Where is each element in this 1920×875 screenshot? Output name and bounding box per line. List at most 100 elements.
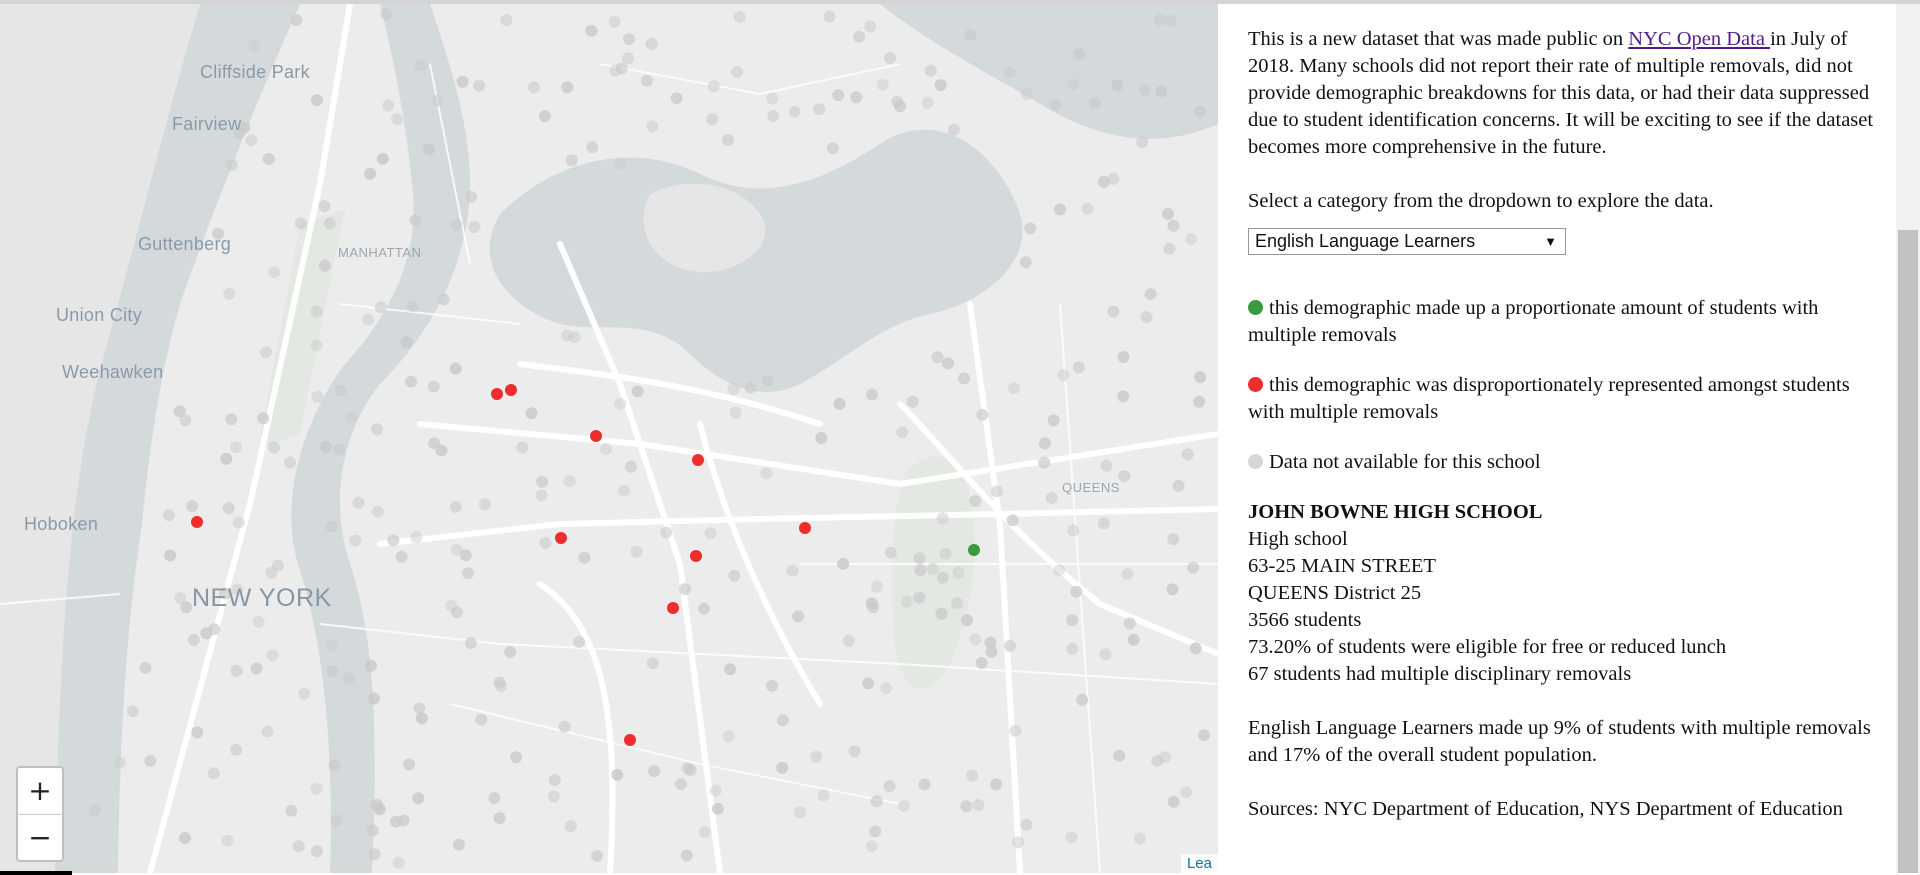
unavailable-school-marker[interactable] bbox=[1047, 414, 1060, 427]
unavailable-school-marker[interactable] bbox=[538, 110, 551, 123]
unavailable-school-marker[interactable] bbox=[207, 767, 220, 780]
unavailable-school-marker[interactable] bbox=[245, 134, 258, 147]
unavailable-school-marker[interactable] bbox=[414, 59, 427, 72]
unavailable-school-marker[interactable] bbox=[1118, 470, 1131, 483]
unavailable-school-marker[interactable] bbox=[623, 33, 635, 45]
unavailable-school-marker[interactable] bbox=[744, 381, 757, 394]
unavailable-school-marker[interactable] bbox=[866, 388, 878, 401]
unavailable-school-marker[interactable] bbox=[1066, 614, 1079, 627]
unavailable-school-marker[interactable] bbox=[1097, 517, 1110, 530]
unavailable-school-marker[interactable] bbox=[842, 634, 855, 647]
unavailable-school-marker[interactable] bbox=[173, 405, 186, 418]
unavailable-school-marker[interactable] bbox=[1012, 836, 1024, 849]
unavailable-school-marker[interactable] bbox=[362, 313, 375, 326]
unavailable-school-marker[interactable] bbox=[380, 8, 393, 20]
unavailable-school-marker[interactable] bbox=[680, 849, 693, 862]
unavailable-school-marker[interactable] bbox=[225, 159, 238, 172]
unavailable-school-marker[interactable] bbox=[578, 551, 591, 564]
unavailable-school-marker[interactable] bbox=[364, 167, 377, 180]
unavailable-school-marker[interactable] bbox=[1194, 105, 1206, 118]
unavailable-school-marker[interactable] bbox=[921, 96, 934, 109]
unavailable-school-marker[interactable] bbox=[252, 615, 265, 628]
unavailable-school-marker[interactable] bbox=[640, 74, 653, 87]
unavailable-school-marker[interactable] bbox=[366, 824, 379, 837]
unavailable-school-marker[interactable] bbox=[333, 443, 346, 456]
unavailable-school-marker[interactable] bbox=[561, 329, 573, 342]
disproportionate-school-marker[interactable] bbox=[692, 454, 704, 466]
unavailable-school-marker[interactable] bbox=[1193, 395, 1206, 408]
unavailable-school-marker[interactable] bbox=[614, 157, 627, 170]
unavailable-school-marker[interactable] bbox=[969, 633, 982, 646]
unavailable-school-marker[interactable] bbox=[1172, 479, 1185, 492]
unavailable-school-marker[interactable] bbox=[645, 37, 658, 50]
unavailable-school-marker[interactable] bbox=[958, 372, 971, 385]
unavailable-school-marker[interactable] bbox=[698, 602, 710, 615]
unavailable-school-marker[interactable] bbox=[966, 769, 979, 782]
unavailable-school-marker[interactable] bbox=[897, 800, 910, 812]
unavailable-school-marker[interactable] bbox=[960, 800, 973, 813]
unavailable-school-marker[interactable] bbox=[937, 571, 949, 584]
unavailable-school-marker[interactable] bbox=[1021, 87, 1034, 100]
unavailable-school-marker[interactable] bbox=[670, 92, 683, 105]
unavailable-school-marker[interactable] bbox=[880, 682, 893, 695]
unavailable-school-marker[interactable] bbox=[548, 774, 561, 786]
unavailable-school-marker[interactable] bbox=[368, 692, 380, 705]
unavailable-school-marker[interactable] bbox=[330, 814, 343, 827]
disproportionate-school-marker[interactable] bbox=[799, 522, 811, 534]
unavailable-school-marker[interactable] bbox=[984, 636, 997, 649]
unavailable-school-marker[interactable] bbox=[1009, 724, 1022, 737]
unavailable-school-marker[interactable] bbox=[1144, 288, 1157, 301]
unavailable-school-marker[interactable] bbox=[493, 812, 506, 825]
unavailable-school-marker[interactable] bbox=[222, 502, 235, 515]
unavailable-school-marker[interactable] bbox=[208, 623, 221, 636]
unavailable-school-marker[interactable] bbox=[914, 564, 927, 577]
unavailable-school-marker[interactable] bbox=[392, 856, 405, 869]
unavailable-school-marker[interactable] bbox=[862, 677, 875, 690]
unavailable-school-marker[interactable] bbox=[464, 637, 477, 649]
unavailable-school-marker[interactable] bbox=[631, 385, 644, 398]
unavailable-school-marker[interactable] bbox=[926, 562, 939, 575]
unavailable-school-marker[interactable] bbox=[1107, 172, 1120, 185]
unavailable-school-marker[interactable] bbox=[400, 336, 413, 349]
unavailable-school-marker[interactable] bbox=[88, 804, 101, 817]
unavailable-school-marker[interactable] bbox=[646, 120, 659, 133]
unavailable-school-marker[interactable] bbox=[1140, 311, 1153, 324]
unavailable-school-marker[interactable] bbox=[1099, 648, 1112, 661]
unavailable-school-marker[interactable] bbox=[896, 426, 909, 439]
unavailable-school-marker[interactable] bbox=[1073, 48, 1086, 61]
unavailable-school-marker[interactable] bbox=[284, 456, 297, 469]
unavailable-school-marker[interactable] bbox=[395, 550, 408, 563]
unavailable-school-marker[interactable] bbox=[972, 799, 985, 811]
unavailable-school-marker[interactable] bbox=[250, 662, 263, 675]
unavailable-school-marker[interactable] bbox=[1004, 639, 1016, 652]
unavailable-school-marker[interactable] bbox=[373, 803, 386, 816]
unavailable-school-marker[interactable] bbox=[478, 498, 491, 511]
unavailable-school-marker[interactable] bbox=[942, 357, 954, 370]
school-map[interactable]: Cliffside Park Fairview Guttenberg MANHA… bbox=[0, 4, 1218, 873]
unavailable-school-marker[interactable] bbox=[409, 214, 422, 227]
unavailable-school-marker[interactable] bbox=[698, 826, 711, 839]
unavailable-school-marker[interactable] bbox=[1113, 749, 1126, 762]
disproportionate-school-marker[interactable] bbox=[555, 532, 567, 544]
unavailable-school-marker[interactable] bbox=[918, 778, 931, 791]
unavailable-school-marker[interactable] bbox=[729, 406, 742, 419]
unavailable-school-marker[interactable] bbox=[403, 758, 416, 771]
unavailable-school-marker[interactable] bbox=[318, 200, 331, 213]
map-attribution-link[interactable]: Lea bbox=[1180, 854, 1218, 873]
unavailable-school-marker[interactable] bbox=[547, 790, 560, 803]
unavailable-school-marker[interactable] bbox=[1194, 371, 1207, 384]
unavailable-school-marker[interactable] bbox=[468, 221, 481, 233]
unavailable-school-marker[interactable] bbox=[706, 113, 719, 126]
unavailable-school-marker[interactable] bbox=[328, 759, 341, 772]
unavailable-school-marker[interactable] bbox=[1153, 14, 1166, 26]
unavailable-school-marker[interactable] bbox=[611, 768, 624, 781]
disproportionate-school-marker[interactable] bbox=[505, 384, 517, 396]
unavailable-school-marker[interactable] bbox=[1167, 795, 1180, 808]
unavailable-school-marker[interactable] bbox=[415, 712, 428, 725]
scrollbar-thumb[interactable] bbox=[1898, 230, 1918, 873]
unavailable-school-marker[interactable] bbox=[823, 10, 836, 23]
unavailable-school-marker[interactable] bbox=[1136, 136, 1149, 149]
unavailable-school-marker[interactable] bbox=[648, 765, 661, 778]
unavailable-school-marker[interactable] bbox=[1123, 617, 1136, 630]
unavailable-school-marker[interactable] bbox=[370, 423, 383, 436]
